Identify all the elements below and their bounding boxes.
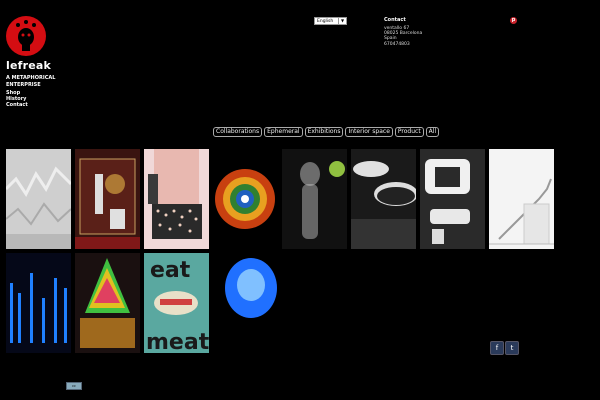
menu-item-contact[interactable]: Contact xyxy=(6,102,28,108)
filter-exhibitions[interactable]: Exhibitions xyxy=(304,127,344,137)
logo-icon[interactable] xyxy=(6,16,46,56)
filter-all[interactable]: All xyxy=(425,127,440,137)
poster-text-bottom: meat xyxy=(146,330,209,353)
filter-collaborations[interactable]: Collaborations xyxy=(213,127,263,137)
language-value: English xyxy=(317,19,334,24)
kaleidoscope-image[interactable] xyxy=(213,149,278,249)
filter-product[interactable]: Product xyxy=(394,127,424,137)
language-select[interactable]: English ▼ xyxy=(314,17,347,25)
chevron-down-icon[interactable]: ▼ xyxy=(338,18,346,24)
white-furniture-image[interactable] xyxy=(420,149,485,249)
pinterest-icon[interactable]: p xyxy=(510,17,517,24)
wall-texture-image[interactable] xyxy=(6,149,71,249)
contact-title: Contact xyxy=(384,17,406,23)
eat-meat-poster-image[interactable]: eat meat xyxy=(144,253,209,353)
colorful-installation-image[interactable] xyxy=(75,253,140,353)
twitter-icon[interactable]: t xyxy=(505,341,519,355)
contact-line: 670474803 xyxy=(384,41,410,47)
facebook-icon[interactable]: f xyxy=(490,341,504,355)
fashion-dress-image[interactable] xyxy=(144,149,209,249)
contact-info: ventallo 67 08025 Barcelona Spain 670474… xyxy=(384,26,422,47)
glass-figure-image[interactable] xyxy=(282,149,347,249)
filter-bar: Collaborations Ephemeral Exhibitions Int… xyxy=(213,127,440,137)
license-badge-icon[interactable]: cc xyxy=(66,382,82,390)
main-menu: Shop History Contact xyxy=(6,90,28,109)
staircase-image[interactable] xyxy=(489,149,554,249)
filter-ephemeral[interactable]: Ephemeral xyxy=(264,127,303,137)
led-lights-image[interactable] xyxy=(6,253,71,353)
brand-tagline: A METAPHORICAL ENTERPRISE xyxy=(6,75,56,88)
brand-name[interactable]: lefreak xyxy=(6,59,51,72)
poster-text-top: eat xyxy=(150,258,191,283)
blue-glow-image[interactable] xyxy=(213,253,278,353)
shop-window-image[interactable] xyxy=(75,149,140,249)
filter-interior-space[interactable]: Interior space xyxy=(345,127,393,137)
bowls-image[interactable] xyxy=(351,149,416,249)
